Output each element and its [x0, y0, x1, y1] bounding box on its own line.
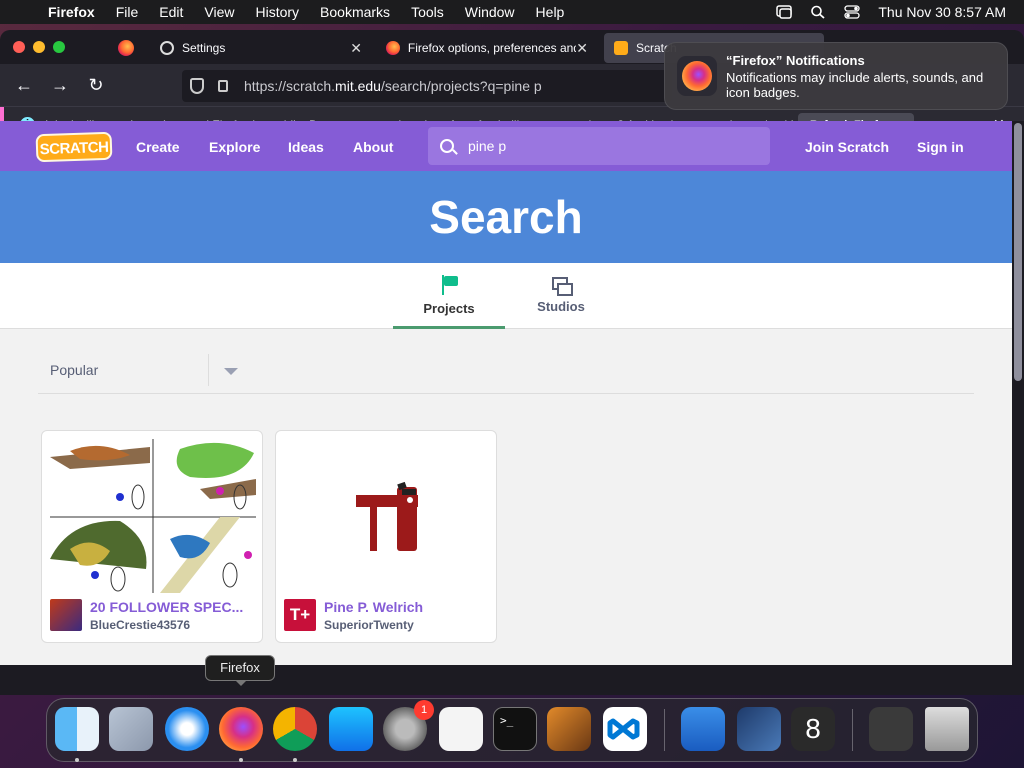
finder-icon[interactable] [55, 707, 99, 751]
menu-edit[interactable]: Edit [159, 4, 183, 20]
project-author[interactable]: BlueCrestie43576 [90, 618, 190, 632]
project-card[interactable]: T+ Pine P. Welrich SuperiorTwenty [275, 430, 497, 643]
avatar[interactable]: T+ [284, 599, 316, 631]
weather-icon[interactable] [681, 707, 725, 751]
tab-projects[interactable]: Projects [393, 271, 505, 329]
url-text[interactable]: https://scratch.mit.edu/search/projects?… [244, 78, 542, 94]
avatar[interactable] [50, 599, 82, 631]
menubar-clock[interactable]: Thu Nov 30 8:57 AM [878, 4, 1006, 20]
nav-about[interactable]: About [353, 139, 393, 155]
project-card[interactable]: 20 FOLLOWER SPEC... BlueCrestie43576 [41, 430, 263, 643]
close-tab-icon[interactable]: ✕ [350, 40, 362, 57]
tab-studios[interactable]: Studios [505, 271, 617, 329]
nav-ideas[interactable]: Ideas [288, 139, 324, 155]
scratch-navbar: SCRATCH Create Explore Ideas About pine … [0, 121, 1012, 171]
menu-tools[interactable]: Tools [411, 4, 444, 20]
chevron-down-icon[interactable] [224, 368, 238, 375]
project-title[interactable]: Pine P. Welrich [324, 599, 492, 615]
zoom-window-button[interactable] [53, 41, 65, 53]
scratch-favicon-icon [614, 41, 628, 55]
notification-title: “Firefox” Notifications [726, 53, 865, 68]
perplexity-icon[interactable]: 8 [791, 707, 835, 751]
tab-settings[interactable]: Settings ✕ [150, 33, 372, 63]
menu-app-name[interactable]: Firefox [48, 4, 95, 20]
search-tabs: Projects Studios [0, 263, 1012, 329]
close-tab-icon[interactable]: ✕ [576, 40, 588, 57]
menu-view[interactable]: View [204, 4, 234, 20]
firefox-favicon-icon [386, 41, 400, 55]
dock-separator [664, 709, 665, 751]
firefox-icon [677, 56, 717, 96]
flag-icon [440, 275, 458, 295]
menu-help[interactable]: Help [536, 4, 565, 20]
notification-badge: 1 [414, 700, 434, 720]
control-center-icon[interactable] [844, 5, 861, 19]
scratch-search-input[interactable]: pine p [428, 127, 770, 165]
lock-icon[interactable] [218, 80, 228, 92]
notification-banner[interactable]: “Firefox” Notifications Notifications ma… [664, 42, 1008, 110]
nav-explore[interactable]: Explore [209, 139, 260, 155]
chrome-icon[interactable] [273, 707, 317, 751]
project-thumbnail[interactable] [284, 439, 490, 593]
running-indicator [239, 758, 243, 762]
macos-menubar: Firefox File Edit View History Bookmarks… [0, 0, 1024, 24]
textedit-icon[interactable] [439, 707, 483, 751]
sort-select[interactable]: Popular [38, 346, 974, 394]
garageband-icon[interactable] [547, 707, 591, 751]
studios-icon [552, 277, 573, 296]
scrollbar-thumb[interactable] [1014, 123, 1022, 381]
tracking-protection-icon[interactable] [190, 78, 204, 94]
notification-body: Notifications may include alerts, sounds… [726, 70, 984, 100]
sort-divider [208, 354, 209, 386]
dock-separator [852, 709, 853, 751]
trash-icon[interactable] [925, 707, 969, 751]
tab-label: Settings [182, 41, 226, 55]
forward-arrow-icon[interactable]: → [42, 75, 78, 96]
minimize-window-button[interactable] [33, 41, 45, 53]
project-title[interactable]: 20 FOLLOWER SPEC... [90, 599, 258, 615]
search-query[interactable]: pine p [468, 138, 506, 154]
gear-icon [160, 41, 174, 55]
firefox-icon[interactable] [219, 707, 263, 751]
xcode-icon[interactable] [737, 707, 781, 751]
dock-tooltip: Firefox [205, 655, 275, 686]
page-scrollbar[interactable] [1012, 121, 1024, 665]
launchpad-icon[interactable] [109, 707, 153, 751]
window-controls [13, 41, 65, 53]
macos-dock: >_ 8 [46, 698, 978, 762]
terminal-icon[interactable]: >_ [493, 707, 537, 751]
back-arrow-icon[interactable]: ← [6, 75, 42, 96]
vscode-icon[interactable] [603, 707, 647, 751]
menu-window[interactable]: Window [465, 4, 515, 20]
tab-studios-label: Studios [537, 299, 585, 314]
recent-download-icon[interactable] [869, 707, 913, 751]
running-indicator [75, 758, 79, 762]
screen-mirroring-icon[interactable] [776, 5, 793, 19]
menu-bookmarks[interactable]: Bookmarks [320, 4, 390, 20]
sort-value[interactable]: Popular [50, 362, 98, 378]
close-window-button[interactable] [13, 41, 25, 53]
tab-firefox-options[interactable]: Firefox options, preferences and ✕ [376, 33, 598, 63]
tab-label: Firefox options, preferences and [407, 41, 577, 55]
firefox-view-icon[interactable] [118, 40, 134, 56]
safari-icon[interactable] [165, 707, 209, 751]
sign-in-link[interactable]: Sign in [917, 139, 964, 155]
search-icon [440, 139, 454, 153]
project-thumbnail[interactable] [50, 439, 256, 593]
scratch-page: SCRATCH Create Explore Ideas About pine … [0, 121, 1012, 665]
running-indicator [293, 758, 297, 762]
scratch-logo[interactable]: SCRATCH [35, 131, 113, 163]
reload-icon[interactable]: ↻ [78, 75, 114, 96]
menu-file[interactable]: File [116, 4, 139, 20]
page-title: Search [0, 171, 1012, 263]
app-store-icon[interactable] [329, 707, 373, 751]
spotlight-search-icon[interactable] [810, 5, 826, 19]
menu-history[interactable]: History [255, 4, 299, 20]
tab-projects-label: Projects [423, 301, 475, 316]
nav-create[interactable]: Create [136, 139, 180, 155]
join-scratch-link[interactable]: Join Scratch [805, 139, 889, 155]
url-bar[interactable]: https://scratch.mit.edu/search/projects?… [182, 70, 672, 102]
project-author[interactable]: SuperiorTwenty [324, 618, 414, 632]
